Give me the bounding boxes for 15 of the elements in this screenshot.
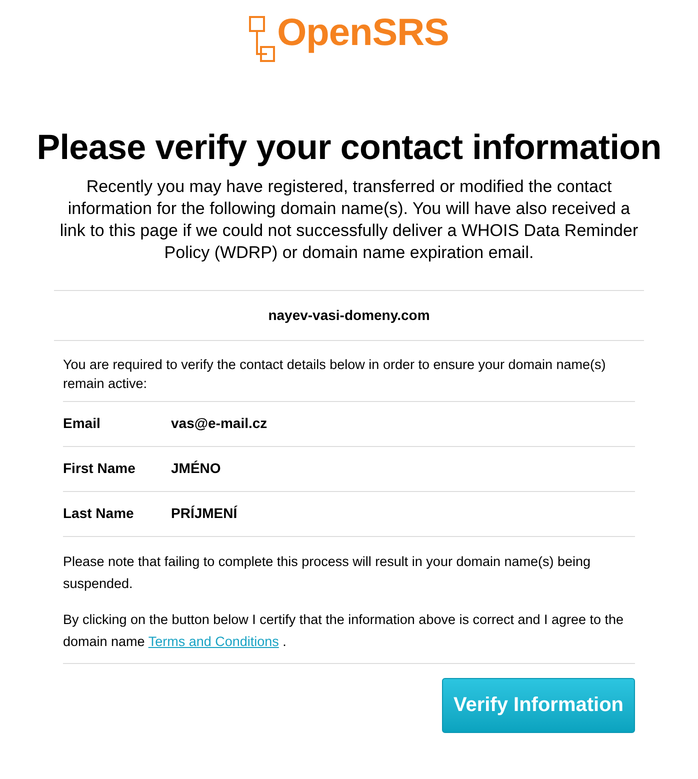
terms-link[interactable]: Terms and Conditions: [148, 634, 279, 649]
notice-text: Please note that failing to complete this process will result in your domain name(s) being suspended.: [63, 552, 592, 593]
page-heading: Please verify your contact information: [36, 127, 662, 169]
field-label: First Name: [63, 459, 136, 478]
field-label: Last Name: [63, 504, 135, 524]
field-value: vas@e-mail.cz: [171, 414, 268, 434]
intro-paragraph: Recently you may have registered, transferred or modified the contact information for the following domain name(s). You will have also received a link to this page if we could not successfully deliver a WHOIS Data Reminder Policy (WDRP) or domain name expiration email.: [59, 176, 639, 264]
agreement-text: By clicking on the button below I certify that the information above is correct and I agree to the domain name Terms and Conditions .: [63, 610, 625, 651]
requirement-text: You are required to verify the contact details below in order to ensure your domain name(s) remain active:: [63, 356, 607, 393]
verify-button[interactable]: Verify Information: [442, 678, 635, 733]
field-value: JMÉNO: [171, 459, 221, 478]
logo-text: OpenSRS: [277, 14, 449, 52]
domain-name: nayev-vasi-domeny.com: [54, 290, 644, 341]
field-label: Email: [63, 414, 102, 434]
field-value: PRÍJMENÍ: [171, 504, 238, 524]
